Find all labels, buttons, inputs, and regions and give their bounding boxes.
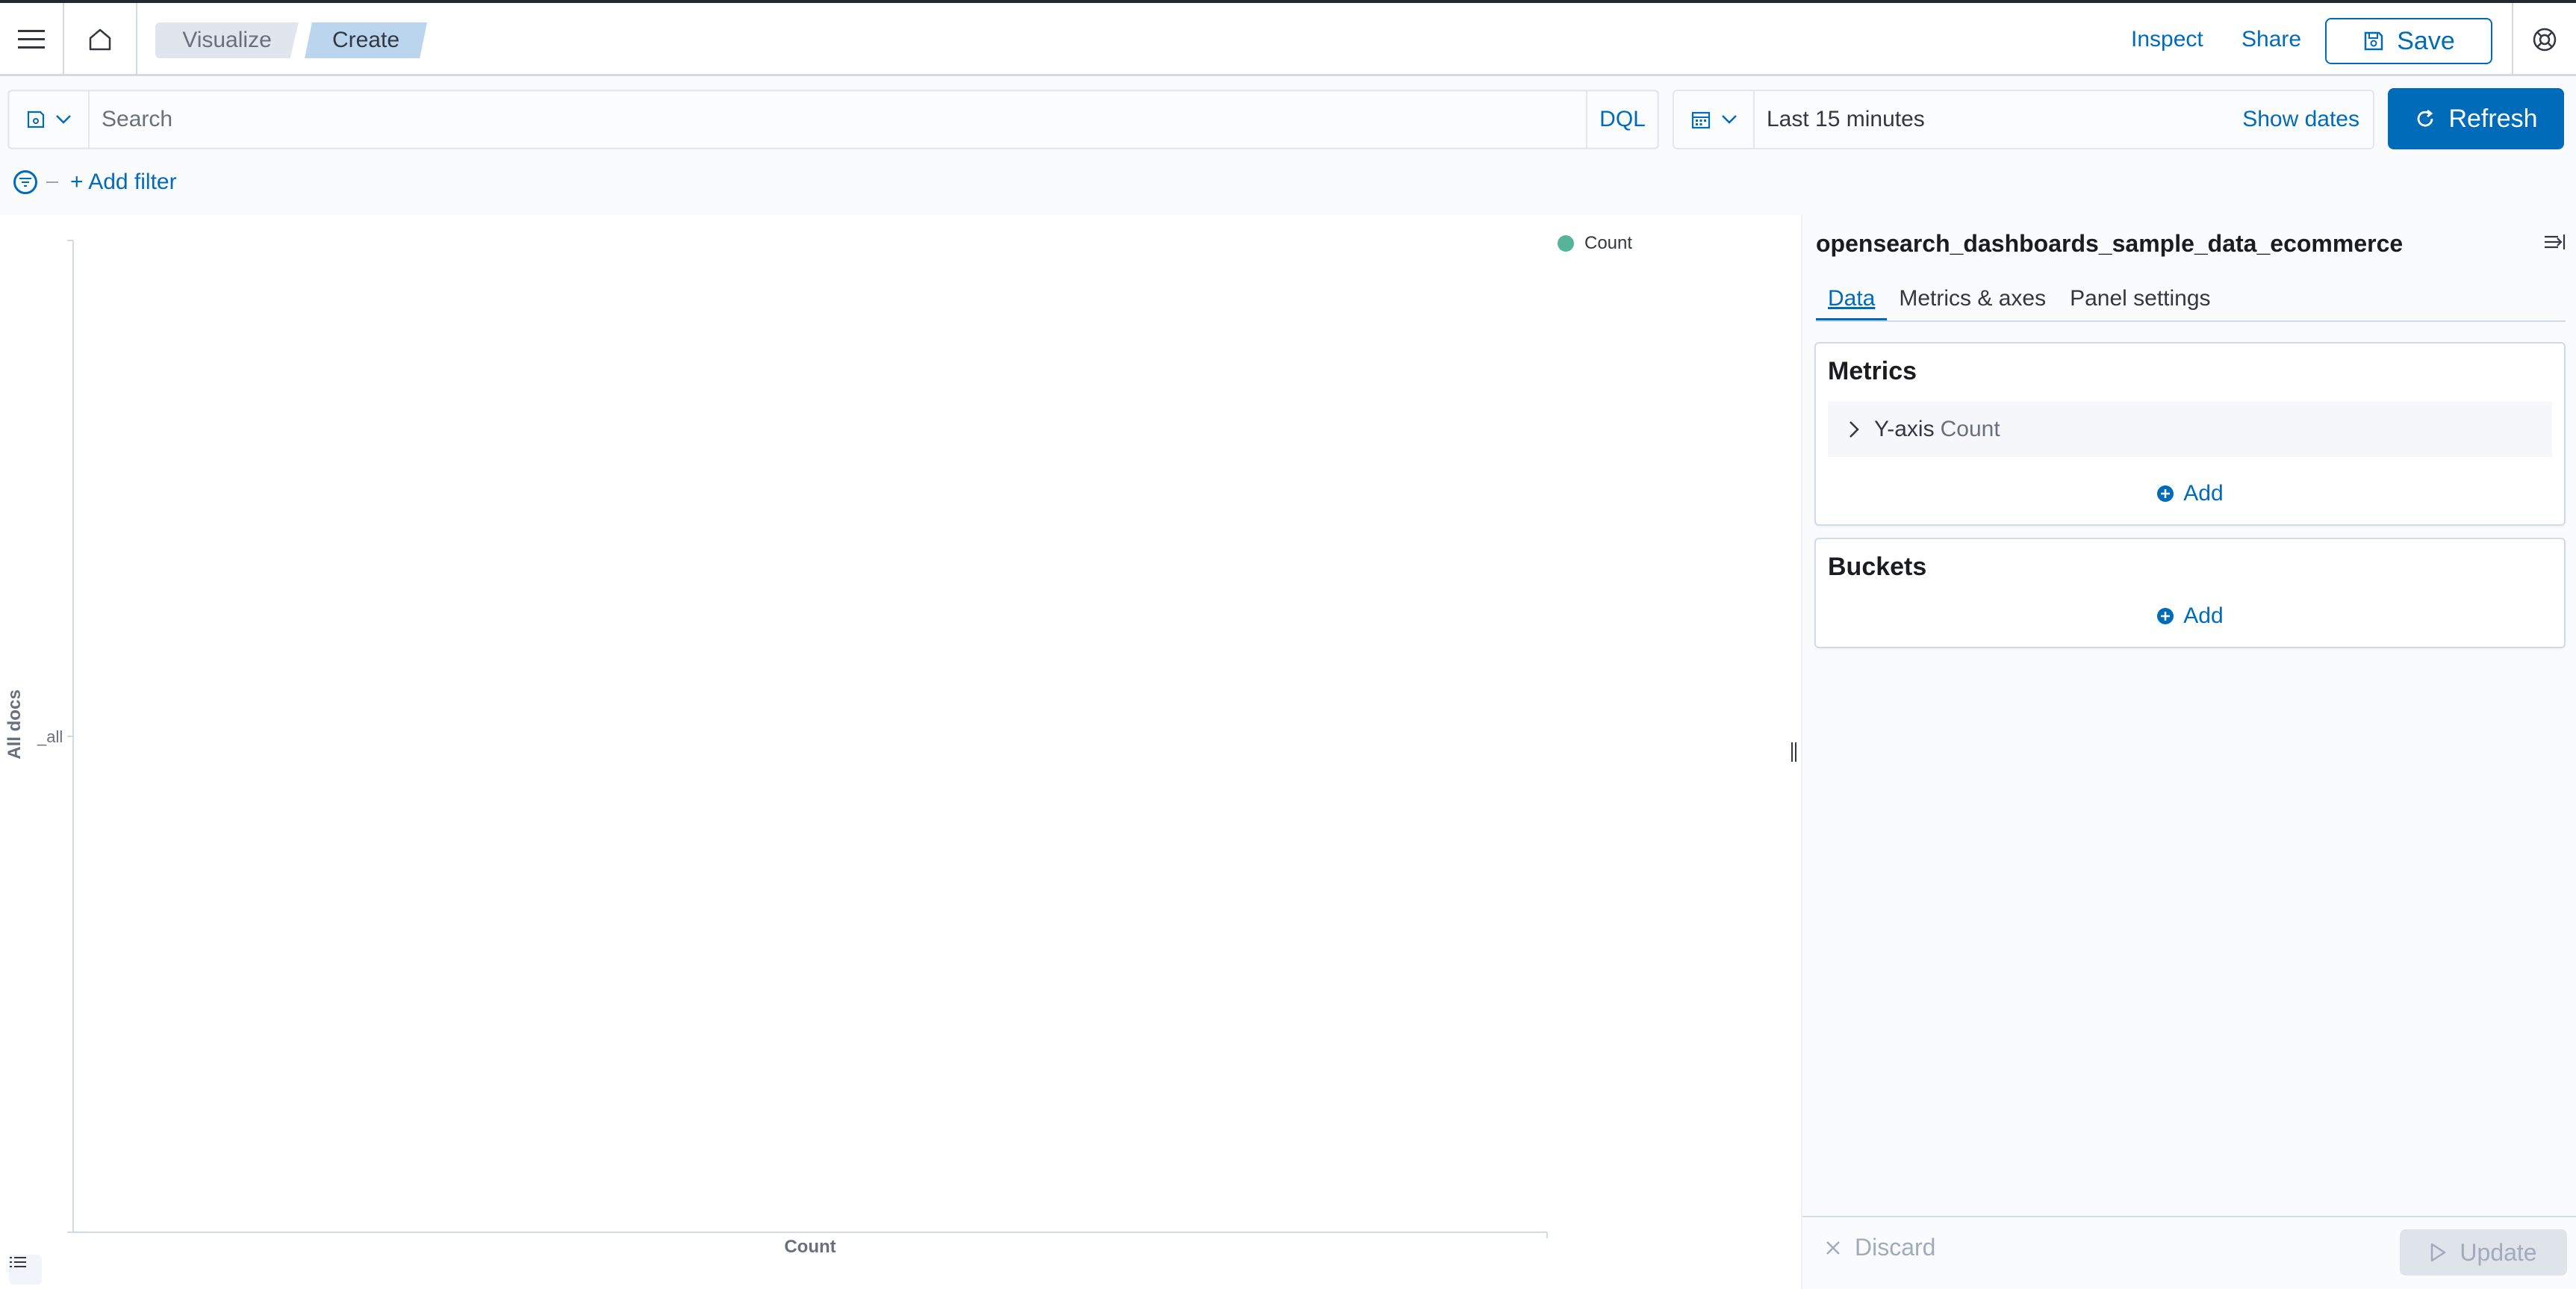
legend-color-swatch[interactable]: [1558, 235, 1574, 252]
index-pattern-title: opensearch_dashboards_sample_data_ecomme…: [1816, 230, 2404, 257]
y-axis-tick-label: _all: [37, 727, 63, 746]
editor-footer: Discard Update: [1802, 1216, 2576, 1289]
saved-query-icon: [27, 111, 45, 128]
legend-item-count[interactable]: Count: [1584, 233, 1632, 254]
help-icon[interactable]: [2512, 3, 2576, 76]
filter-divider: [46, 181, 58, 183]
tab-data[interactable]: Data: [1816, 276, 1888, 321]
discard-button[interactable]: Discard: [1825, 1234, 1935, 1261]
tab-panel-settings[interactable]: Panel settings: [2058, 276, 2222, 321]
add-bucket-button[interactable]: Add: [1816, 603, 2564, 629]
plus-circle-icon: [2157, 485, 2174, 502]
editor-sidebar: opensearch_dashboards_sample_data_ecomme…: [1801, 215, 2576, 1289]
metric-y-axis-row[interactable]: Y-axis Count: [1828, 402, 2552, 457]
play-icon: [2431, 1243, 2446, 1262]
update-button[interactable]: Update: [2400, 1229, 2567, 1276]
filter-options-icon[interactable]: [13, 170, 37, 194]
inspect-link[interactable]: Inspect: [2131, 27, 2203, 52]
add-metric-label: Add: [2183, 481, 2224, 506]
saved-query-button[interactable]: [9, 91, 90, 148]
x-axis-title: Count: [784, 1237, 836, 1257]
refresh-button[interactable]: Refresh: [2388, 88, 2564, 149]
add-filter-button[interactable]: + Add filter: [70, 170, 177, 195]
share-link[interactable]: Share: [2241, 27, 2301, 52]
add-metric-button[interactable]: Add: [1816, 481, 2564, 506]
legend-toggle-button[interactable]: [9, 1255, 42, 1285]
tab-divider: [1816, 320, 2566, 322]
discard-label: Discard: [1855, 1234, 1936, 1261]
metric-value: Count: [1940, 417, 2000, 441]
top-nav-bar: Visualize Create Inspect Share Save: [0, 0, 2576, 76]
update-label: Update: [2460, 1238, 2537, 1266]
query-language-button[interactable]: DQL: [1586, 91, 1658, 148]
home-icon[interactable]: [64, 3, 137, 76]
refresh-label: Refresh: [2448, 104, 2538, 133]
date-picker: Last 15 minutes Show dates: [1673, 90, 2374, 149]
chevron-down-icon: [56, 115, 71, 124]
chevron-down-icon: [1722, 115, 1737, 124]
query-input-group: Search DQL: [7, 90, 1659, 149]
tab-metrics-axes[interactable]: Metrics & axes: [1887, 276, 2058, 321]
save-label: Save: [2397, 26, 2455, 55]
add-bucket-label: Add: [2183, 603, 2224, 628]
drag-handle-icon: [1791, 742, 1796, 762]
metrics-panel: Metrics Y-axis Count Add: [1814, 342, 2566, 526]
chart-svg: [67, 240, 1548, 1238]
resize-handle[interactable]: [1786, 215, 1801, 1289]
query-bar: Search DQL Last 15 minutes Show dates Re…: [0, 76, 2576, 215]
metric-name: Y-axis: [1874, 417, 1935, 441]
menu-icon[interactable]: [0, 3, 64, 76]
save-button[interactable]: Save: [2325, 18, 2492, 64]
breadcrumb-create: Create: [305, 22, 427, 58]
plus-circle-icon: [2157, 608, 2174, 624]
metrics-title: Metrics: [1828, 357, 1917, 385]
chart-legend: Count: [1558, 233, 1632, 254]
y-axis-title: All docs: [4, 689, 25, 760]
quick-select-button[interactable]: [1674, 91, 1755, 148]
buckets-panel: Buckets Add: [1814, 538, 2566, 648]
save-icon: [2365, 31, 2383, 51]
refresh-icon: [2418, 109, 2433, 127]
buckets-title: Buckets: [1828, 553, 1927, 581]
collapse-sidebar-icon[interactable]: [2543, 233, 2566, 255]
editor-tabs: Data Metrics & axes Panel settings: [1816, 276, 2223, 321]
filter-row: + Add filter: [0, 160, 177, 205]
time-range-label[interactable]: Last 15 minutes: [1767, 91, 1925, 148]
close-icon: [1826, 1240, 1840, 1255]
visualization-canvas: Count All docs _all Count: [0, 215, 1786, 1289]
show-dates-link[interactable]: Show dates: [2242, 91, 2359, 148]
breadcrumb-visualize[interactable]: Visualize: [155, 22, 299, 58]
list-icon: [10, 1257, 26, 1267]
calendar-icon: [1691, 111, 1711, 129]
chevron-right-icon[interactable]: [1849, 420, 1859, 438]
search-input[interactable]: Search: [102, 91, 172, 148]
